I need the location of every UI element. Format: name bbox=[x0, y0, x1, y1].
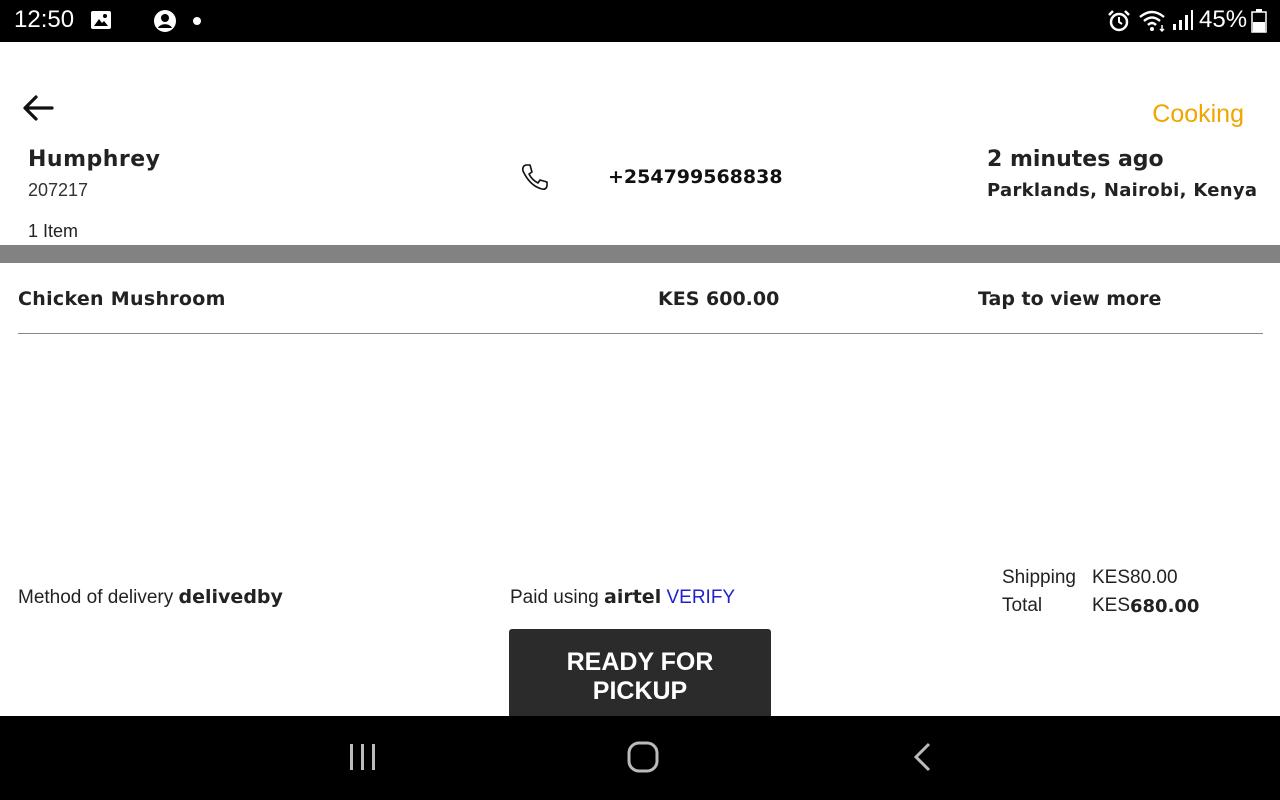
ready-for-pickup-button[interactable]: READY FOR PICKUP bbox=[509, 629, 771, 716]
delivery-method: Method of delivery delivedby bbox=[18, 586, 283, 609]
phone-number[interactable]: +254799568838 bbox=[608, 166, 783, 188]
shipping-currency: KES bbox=[1092, 567, 1131, 588]
status-bar: 12:50 45% bbox=[0, 0, 1280, 42]
total-value: 680.00 bbox=[1130, 596, 1200, 617]
status-time: 12:50 bbox=[14, 6, 75, 33]
total-currency: KES bbox=[1092, 595, 1131, 616]
total-row: Total KES 680.00 bbox=[1002, 595, 1242, 623]
signal-icon bbox=[1173, 10, 1193, 30]
moon-icon bbox=[129, 12, 137, 28]
section-divider bbox=[0, 245, 1280, 263]
phone-icon[interactable] bbox=[520, 162, 550, 192]
navigation-bar bbox=[0, 716, 1280, 800]
image-icon bbox=[91, 11, 111, 29]
tap-to-view-more[interactable]: Tap to view more bbox=[978, 288, 1161, 310]
customer-name: Humphrey bbox=[28, 147, 161, 172]
order-totals: Shipping KES 80.00 Total KES 680.00 bbox=[1002, 567, 1242, 623]
ready-button-line1: READY FOR bbox=[566, 648, 714, 676]
item-name: Chicken Mushroom bbox=[18, 288, 226, 310]
order-status-label: Cooking bbox=[1152, 100, 1244, 128]
total-label: Total bbox=[1002, 595, 1043, 616]
notification-dot-icon bbox=[193, 17, 201, 25]
shipping-value: 80.00 bbox=[1130, 567, 1178, 588]
payment-info: Paid using airtel VERIFY bbox=[510, 586, 735, 609]
home-icon[interactable] bbox=[618, 736, 668, 780]
order-time-ago: 2 minutes ago bbox=[987, 147, 1164, 172]
item-count: 1 Item bbox=[28, 221, 79, 241]
payment-method-value: airtel bbox=[604, 586, 662, 608]
recent-apps-icon[interactable] bbox=[338, 736, 388, 780]
shipping-row: Shipping KES 80.00 bbox=[1002, 567, 1242, 595]
item-price: KES 600.00 bbox=[658, 288, 780, 310]
payment-label: Paid using bbox=[510, 587, 599, 608]
battery-icon bbox=[1251, 9, 1267, 33]
account-icon bbox=[154, 10, 176, 32]
delivery-method-value: delivedby bbox=[178, 586, 283, 608]
customer-id: 207217 bbox=[28, 180, 89, 200]
alarm-icon bbox=[1108, 10, 1130, 32]
battery-percent: 45% bbox=[1199, 6, 1248, 33]
order-location: Parklands, Nairobi, Kenya bbox=[987, 180, 1258, 201]
delivery-method-label: Method of delivery bbox=[18, 587, 174, 608]
verify-link[interactable]: VERIFY bbox=[666, 587, 735, 608]
back-arrow-icon[interactable] bbox=[20, 92, 56, 124]
shipping-label: Shipping bbox=[1002, 567, 1076, 588]
order-item-row[interactable]: Chicken Mushroom KES 600.00 Tap to view … bbox=[18, 270, 1263, 334]
back-nav-icon[interactable] bbox=[898, 736, 948, 780]
ready-button-line2: PICKUP bbox=[592, 677, 688, 705]
wifi-icon bbox=[1139, 10, 1165, 33]
